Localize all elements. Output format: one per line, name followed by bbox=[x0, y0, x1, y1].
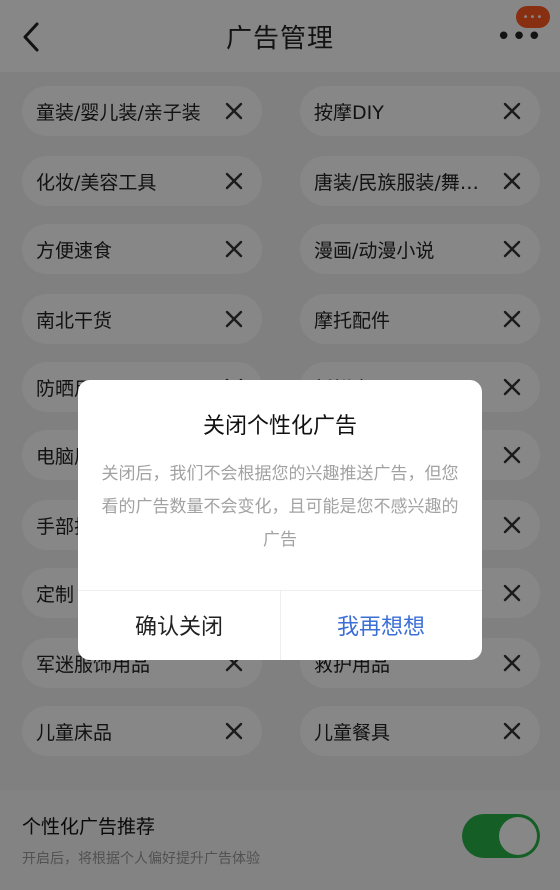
dialog-message: 关闭后，我们不会根据您的兴趣推送广告，但您看的广告数量不会变化，且可能是您不感兴… bbox=[101, 464, 459, 550]
confirm-close-button[interactable]: 确认关闭 bbox=[78, 590, 280, 660]
reconsider-button[interactable]: 我再想想 bbox=[280, 590, 482, 660]
dialog-title: 关闭个性化广告 bbox=[202, 414, 357, 439]
close-personalized-ads-dialog: 关闭个性化广告 关闭后，我们不会根据您的兴趣推送广告，但您看的广告数量不会变化，… bbox=[78, 380, 482, 660]
